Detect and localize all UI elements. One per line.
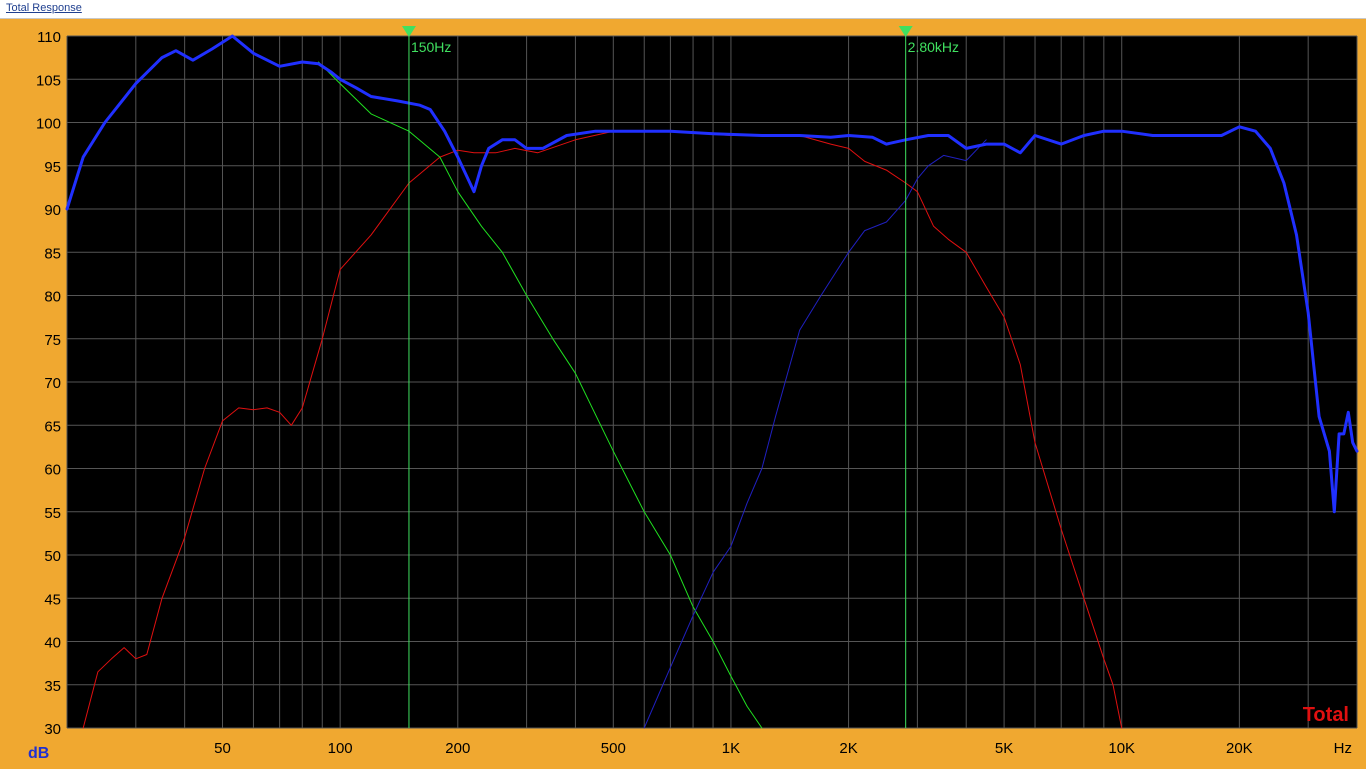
x-tick-label: 1K bbox=[722, 740, 740, 757]
y-tick-label: 110 bbox=[37, 29, 61, 46]
cursor-handle-1[interactable] bbox=[898, 26, 913, 37]
y-tick-label: 75 bbox=[44, 332, 61, 349]
y-tick-label: 65 bbox=[44, 418, 61, 435]
x-tick-label: 200 bbox=[445, 740, 470, 757]
x-tick-label: 500 bbox=[601, 740, 626, 757]
cursor-label-1: 2.80kHz bbox=[908, 39, 959, 55]
cursor-label-0: 150Hz bbox=[411, 39, 451, 55]
y-tick-label: 85 bbox=[44, 245, 61, 262]
y-tick-label: 50 bbox=[44, 548, 61, 565]
y-tick-label: 90 bbox=[44, 202, 61, 219]
y-tick-label: 60 bbox=[44, 462, 61, 479]
x-tick-label: 50 bbox=[214, 740, 231, 757]
y-tick-label: 105 bbox=[36, 72, 61, 89]
y-axis-unit-label: dB bbox=[28, 745, 49, 762]
cursor-handle-0[interactable] bbox=[401, 26, 416, 37]
y-tick-label: 55 bbox=[44, 505, 61, 522]
x-tick-label: 5K bbox=[995, 740, 1013, 757]
window-title[interactable]: Total Response bbox=[6, 2, 82, 14]
y-tick-label: 35 bbox=[44, 678, 61, 695]
x-tick-labels: 50 100 200 500 1K 2K 5K 10K 20K bbox=[214, 740, 1253, 757]
x-tick-label: 2K bbox=[839, 740, 857, 757]
y-tick-label: 80 bbox=[44, 289, 61, 306]
frequency-response-chart[interactable]: 150Hz 2.80kHz 110 105 100 95 90 85 80 75 70 65 60 55… bbox=[0, 19, 1366, 769]
y-tick-labels: 110 105 100 95 90 85 80 75 70 65 60 55 50 45 40 35 30 bbox=[36, 29, 61, 738]
y-tick-label: 30 bbox=[44, 721, 61, 738]
window-titlebar: Total Response bbox=[0, 0, 1366, 19]
y-tick-label: 40 bbox=[44, 635, 61, 652]
y-tick-label: 95 bbox=[44, 159, 61, 176]
total-annotation: Total bbox=[1303, 704, 1349, 726]
y-tick-label: 45 bbox=[44, 591, 61, 608]
y-tick-label: 100 bbox=[36, 116, 61, 133]
chart-frame: 150Hz 2.80kHz 110 105 100 95 90 85 80 75 70 65 60 55… bbox=[0, 19, 1366, 769]
y-tick-label: 70 bbox=[44, 375, 61, 392]
x-axis-unit-label: Hz bbox=[1334, 740, 1352, 757]
x-tick-label: 100 bbox=[328, 740, 353, 757]
x-tick-label: 20K bbox=[1226, 740, 1253, 757]
x-tick-label: 10K bbox=[1108, 740, 1135, 757]
